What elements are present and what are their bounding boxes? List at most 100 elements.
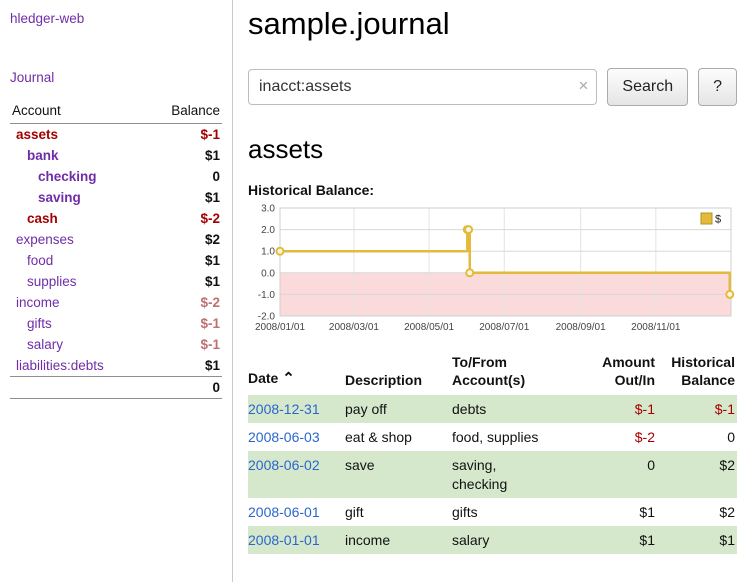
- svg-text:2.0: 2.0: [261, 225, 275, 236]
- account-balance: 0: [146, 166, 222, 187]
- account-link-food[interactable]: food: [27, 253, 53, 268]
- accounts-header-line2: Account(s): [452, 372, 525, 388]
- account-heading: assets: [248, 134, 737, 165]
- column-header-date[interactable]: Date ⌃: [248, 352, 345, 395]
- account-link-cash[interactable]: cash: [27, 211, 58, 226]
- search-box: ×: [248, 69, 597, 105]
- register-row: 2008-06-03eat & shopfood, supplies$-20: [248, 423, 737, 451]
- column-header-description: Description: [345, 352, 452, 395]
- account-link-checking[interactable]: checking: [38, 169, 97, 184]
- account-balance: $1: [146, 250, 222, 271]
- svg-text:0.0: 0.0: [261, 268, 275, 279]
- register-date-cell: 2008-06-03: [248, 423, 345, 451]
- account-row: gifts $-1: [10, 313, 222, 334]
- account-balance: $-1: [146, 313, 222, 334]
- transaction-date-link[interactable]: 2008-01-01: [248, 532, 320, 548]
- register-table: Date ⌃ Description To/From Account(s) Am…: [248, 352, 737, 554]
- register-balance-cell: $2: [657, 498, 737, 526]
- register-accounts-cell: salary: [452, 526, 582, 554]
- register-amount-cell: $1: [582, 526, 657, 554]
- chart-title: Historical Balance:: [248, 182, 737, 198]
- svg-text:-2.0: -2.0: [258, 312, 276, 323]
- svg-text:2008/07/01: 2008/07/01: [479, 322, 529, 333]
- accounts-header-row: Account Balance: [10, 101, 222, 124]
- balance-header-line1: Historical: [671, 354, 735, 370]
- register-amount-cell: $-1: [582, 395, 657, 423]
- transaction-date-link[interactable]: 2008-06-02: [248, 457, 320, 473]
- register-balance-cell: $2: [657, 451, 737, 497]
- account-balance: $-2: [146, 208, 222, 229]
- account-row: supplies $1: [10, 271, 222, 292]
- sort-ascending-icon[interactable]: ⌃: [282, 370, 295, 387]
- clear-search-icon[interactable]: ×: [578, 76, 588, 96]
- svg-text:2008/01/01: 2008/01/01: [255, 322, 305, 333]
- accounts-total-balance: 0: [146, 377, 222, 399]
- register-header-row: Date ⌃ Description To/From Account(s) Am…: [248, 352, 737, 395]
- register-description-cell: pay off: [345, 395, 452, 423]
- transaction-date-link[interactable]: 2008-06-03: [248, 429, 320, 445]
- balance-chart[interactable]: 2008/01/012008/03/012008/05/012008/07/01…: [248, 202, 735, 338]
- account-link-salary[interactable]: salary: [27, 337, 63, 352]
- account-link-liabilities-debts[interactable]: liabilities:debts: [16, 358, 104, 373]
- account-link-expenses[interactable]: expenses: [16, 232, 74, 247]
- account-link-supplies[interactable]: supplies: [27, 274, 77, 289]
- account-row: cash $-2: [10, 208, 222, 229]
- account-link-assets[interactable]: assets: [16, 127, 58, 142]
- accounts-header-account: Account: [10, 101, 146, 124]
- transaction-date-link[interactable]: 2008-06-01: [248, 504, 320, 520]
- account-balance: $2: [146, 229, 222, 250]
- accounts-table: Account Balance assets$-1bank$1checking0…: [10, 101, 222, 399]
- register-date-cell: 2008-06-01: [248, 498, 345, 526]
- accounts-header-balance: Balance: [146, 101, 222, 124]
- register-accounts-cell: food, supplies: [452, 423, 582, 451]
- account-row: bank $1: [10, 145, 222, 166]
- svg-text:$: $: [715, 214, 721, 226]
- account-row: checking 0: [10, 166, 222, 187]
- register-amount-cell: $1: [582, 498, 657, 526]
- svg-text:2008/11/01: 2008/11/01: [631, 322, 681, 333]
- register-amount-cell: $-2: [582, 423, 657, 451]
- balance-header-line2: Balance: [681, 372, 735, 388]
- amount-header-line2: Out/In: [615, 372, 655, 388]
- search-button[interactable]: Search: [607, 68, 688, 106]
- account-row: income $-2: [10, 292, 222, 313]
- account-row: salary $-1: [10, 334, 222, 355]
- help-button[interactable]: ?: [698, 68, 737, 106]
- account-balance: $-1: [146, 334, 222, 355]
- account-link-bank[interactable]: bank: [27, 148, 59, 163]
- account-balance: $-2: [146, 292, 222, 313]
- account-link-income[interactable]: income: [16, 295, 60, 310]
- register-row: 2008-06-01 giftgifts$1$2: [248, 498, 737, 526]
- register-accounts-cell: gifts: [452, 498, 582, 526]
- sidebar-item-journal[interactable]: Journal: [10, 70, 222, 85]
- column-header-amount: Amount Out/In: [582, 352, 657, 395]
- transaction-date-link[interactable]: 2008-12-31: [248, 401, 320, 417]
- date-header-label: Date: [248, 370, 278, 386]
- register-description-cell: save: [345, 451, 452, 497]
- svg-text:1.0: 1.0: [261, 247, 275, 258]
- account-row: liabilities:debts $1: [10, 355, 222, 377]
- register-row: 2008-12-31pay offdebts$-1$-1: [248, 395, 737, 423]
- accounts-header-line1: To/From: [452, 354, 507, 370]
- accounts-table-body: assets$-1bank$1checking0saving$1cash$-2e…: [10, 124, 222, 377]
- register-balance-cell: $-1: [657, 395, 737, 423]
- register-balance-cell: $1: [657, 526, 737, 554]
- account-link-gifts[interactable]: gifts: [27, 316, 52, 331]
- account-row: food $1: [10, 250, 222, 271]
- column-header-balance: Historical Balance: [657, 352, 737, 395]
- sidebar: hledger-web Journal Account Balance asse…: [0, 0, 233, 582]
- app-title-link[interactable]: hledger-web: [10, 11, 84, 26]
- svg-text:2008/05/01: 2008/05/01: [404, 322, 454, 333]
- account-balance: $1: [146, 187, 222, 208]
- search-input[interactable]: [248, 69, 597, 105]
- account-balance: $1: [146, 145, 222, 166]
- register-description-cell: gift: [345, 498, 452, 526]
- account-balance: $1: [146, 271, 222, 292]
- account-row: assets$-1: [10, 124, 222, 146]
- column-header-accounts: To/From Account(s): [452, 352, 582, 395]
- register-accounts-cell: debts: [452, 395, 582, 423]
- register-date-cell: 2008-12-31: [248, 395, 345, 423]
- account-balance: $1: [146, 355, 222, 377]
- account-row: saving $1: [10, 187, 222, 208]
- account-link-saving[interactable]: saving: [38, 190, 81, 205]
